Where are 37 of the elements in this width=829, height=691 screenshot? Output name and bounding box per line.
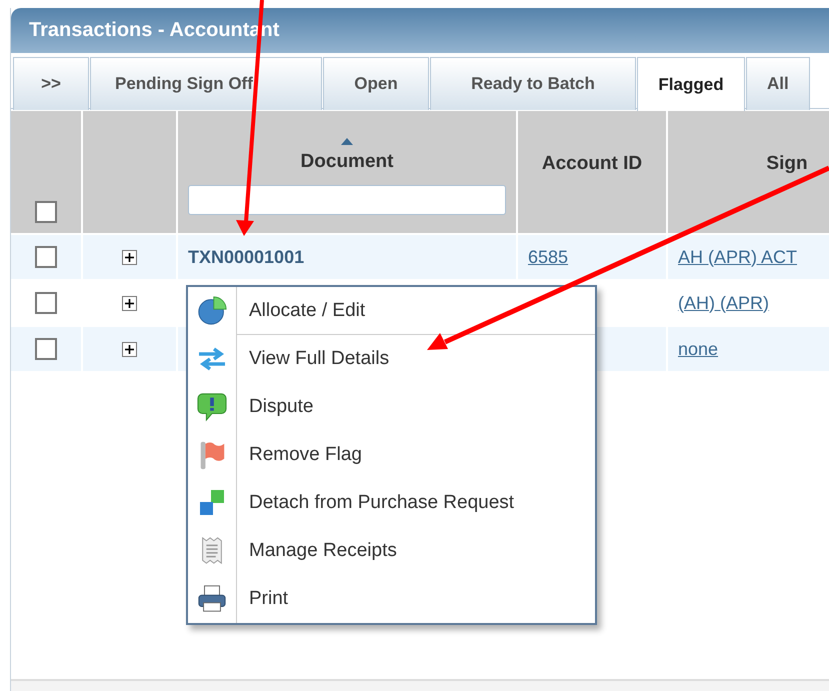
squares-icon [197,488,227,518]
menu-item[interactable]: Manage Receipts [188,527,595,575]
document-id[interactable]: TXN00001001 [188,246,304,268]
filter-field[interactable] [188,184,506,214]
row-checkbox[interactable] [35,292,57,314]
expand-icon[interactable] [122,296,137,310]
column-header[interactable]: Document [178,111,518,233]
menu-item[interactable]: Dispute [188,383,595,431]
pie-chart-icon [197,296,227,326]
expand-icon[interactable] [122,342,137,356]
tab[interactable]: Pending Sign Off [90,57,322,110]
tab[interactable]: Flagged [637,57,745,111]
menu-item[interactable]: View Full Details [188,335,595,383]
column-header[interactable]: Sign [668,111,829,233]
menu-item[interactable]: Allocate / Edit [188,287,595,335]
column-header[interactable]: Account ID [518,111,668,233]
sort-ascending-icon [341,138,353,144]
signer-link[interactable]: (AH) (APR) [678,292,769,314]
tab[interactable]: Ready to Batch [430,57,636,110]
tab[interactable]: Open [323,57,429,110]
column-label: Account ID [542,153,642,175]
printer-icon [197,584,227,614]
column-label: Sign [766,153,808,175]
tab[interactable]: >> [13,57,89,110]
row-checkbox[interactable] [35,338,57,360]
speech-bubble-icon [197,392,227,422]
menu-item[interactable]: Detach from Purchase Request [188,479,595,527]
signer-link[interactable]: AH (APR) ACT [678,246,798,268]
select-all-checkbox[interactable] [35,201,57,223]
expand-icon[interactable] [122,250,137,264]
menu-item[interactable]: Print [188,575,595,623]
menu-item[interactable]: Remove Flag [188,431,595,479]
account-link[interactable]: 6585 [528,246,568,268]
row-checkbox[interactable] [35,246,57,268]
column-label: Document [300,150,394,172]
tab[interactable]: All [746,57,810,110]
signer-link[interactable]: none [678,338,718,360]
